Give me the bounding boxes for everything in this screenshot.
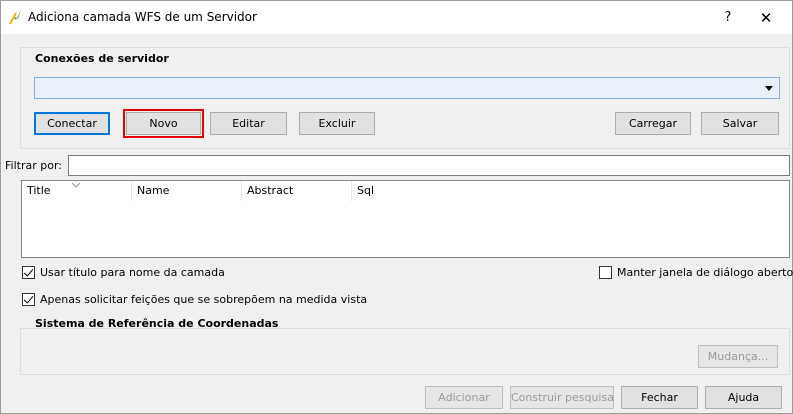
save-button[interactable]: Salvar: [701, 112, 779, 135]
close-icon[interactable]: ✕: [751, 8, 781, 28]
crs-group-title: Sistema de Referência de Coordenadas: [35, 317, 279, 330]
close-button[interactable]: Fechar: [621, 386, 698, 409]
connect-button[interactable]: Conectar: [34, 112, 110, 135]
column-header-sql[interactable]: Sql: [352, 181, 502, 201]
load-button[interactable]: Carregar: [615, 112, 691, 135]
help-button[interactable]: Ajuda: [705, 386, 782, 409]
build-query-button[interactable]: Construir pesquisa: [510, 386, 614, 409]
chevron-down-icon[interactable]: [765, 86, 773, 91]
filter-label: Filtrar por:: [5, 159, 62, 172]
add-button[interactable]: Adicionar: [425, 386, 503, 409]
keep-open-checkbox[interactable]: [599, 266, 612, 279]
only-overlap-label[interactable]: Apenas solicitar feições que se sobrepõe…: [40, 293, 367, 306]
window-title: Adiciona camada WFS de um Servidor: [28, 10, 257, 24]
connection-select[interactable]: [34, 77, 780, 99]
wfs-dialog: Adiciona camada WFS de um Servidor ? ✕ C…: [0, 0, 793, 414]
only-overlap-checkbox[interactable]: [22, 293, 35, 306]
change-crs-button[interactable]: Mudança...: [698, 345, 778, 368]
use-title-checkbox[interactable]: [22, 266, 35, 279]
keep-open-label[interactable]: Manter janela de diálogo aberto: [617, 266, 793, 279]
qgis-logo-icon: [7, 8, 23, 26]
use-title-label[interactable]: Usar título para nome da camada: [40, 266, 225, 279]
help-icon[interactable]: ?: [716, 8, 740, 28]
filter-input[interactable]: [68, 155, 790, 176]
connections-group-title: Conexões de servidor: [35, 52, 169, 65]
crs-group: [20, 328, 790, 375]
column-header-title[interactable]: Title: [22, 181, 132, 201]
edit-button[interactable]: Editar: [210, 112, 287, 135]
column-header-abstract[interactable]: Abstract: [242, 181, 352, 201]
column-header-name[interactable]: Name: [132, 181, 242, 201]
new-button[interactable]: Novo: [123, 109, 204, 138]
layer-table[interactable]: Title Name Abstract Sql: [21, 180, 790, 258]
delete-button[interactable]: Excluir: [299, 112, 375, 135]
title-bar: Adiciona camada WFS de um Servidor ? ✕: [1, 1, 792, 34]
